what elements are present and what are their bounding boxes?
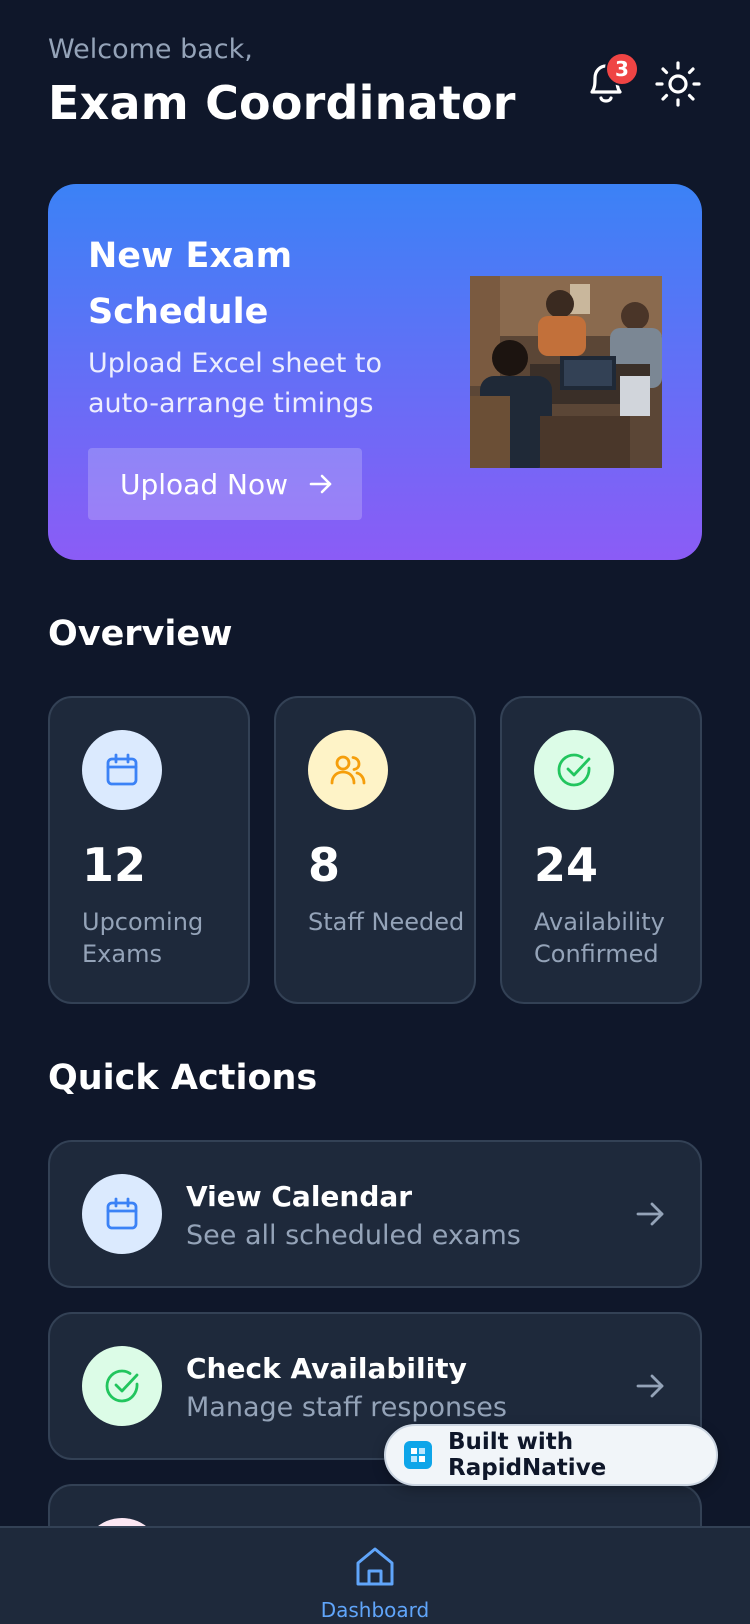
badge-label: Built with RapidNative [448, 1429, 607, 1481]
overview-heading: Overview [48, 614, 233, 654]
built-with-rapidnative-badge[interactable]: Built with RapidNative [384, 1424, 718, 1486]
stat-label: Availability Confirmed [534, 908, 665, 968]
sun-icon[interactable] [654, 60, 702, 108]
calendar-icon [82, 730, 162, 810]
arrow-right-icon [636, 1202, 664, 1226]
stat-card-availability-confirmed[interactable]: 24 Availability Confirmed [500, 696, 702, 1004]
users-icon [308, 730, 388, 810]
stat-card-upcoming-exams[interactable]: 12 Upcoming Exams [48, 696, 250, 1004]
stat-value: 8 [308, 838, 341, 892]
check-circle-icon [534, 730, 614, 810]
hero-title: New Exam Schedule [88, 236, 293, 332]
upload-now-button[interactable]: Upload Now [88, 448, 362, 520]
stat-label: Staff Needed [308, 908, 465, 936]
upload-now-label: Upload Now [120, 467, 288, 501]
home-icon[interactable] [352, 1544, 398, 1590]
arrow-right-icon [636, 1374, 664, 1398]
nav-item-dashboard[interactable]: Dashboard [0, 1598, 750, 1622]
action-subtitle: Manage staff responses [186, 1392, 507, 1423]
stat-card-staff-needed[interactable]: 8 Staff Needed [274, 696, 476, 1004]
stat-value: 12 [82, 838, 147, 892]
notification-badge: 3 [605, 52, 639, 86]
hero-subtitle: Upload Excel sheet to auto-arrange timin… [88, 348, 382, 419]
dashboard-screen: Welcome back, Exam Coordinator 3 New Exa… [0, 0, 750, 1624]
page-title: Exam Coordinator [48, 76, 516, 130]
quick-actions-heading: Quick Actions [48, 1058, 318, 1098]
stat-value: 24 [534, 838, 599, 892]
check-circle-icon [82, 1346, 162, 1426]
view-calendar-action[interactable]: View Calendar See all scheduled exams [48, 1140, 702, 1288]
action-title: View Calendar [186, 1180, 413, 1213]
new-exam-schedule-card: New Exam Schedule Upload Excel sheet to … [48, 184, 702, 560]
action-title: Check Availability [186, 1352, 467, 1385]
stat-label: Upcoming Exams [82, 908, 204, 968]
bottom-navigation: Dashboard [0, 1526, 750, 1624]
welcome-text: Welcome back, [48, 34, 253, 65]
team-photo [470, 276, 662, 468]
rapidnative-logo-icon [404, 1441, 432, 1469]
arrow-right-icon [309, 474, 332, 494]
action-subtitle: See all scheduled exams [186, 1220, 521, 1251]
calendar-icon [82, 1174, 162, 1254]
